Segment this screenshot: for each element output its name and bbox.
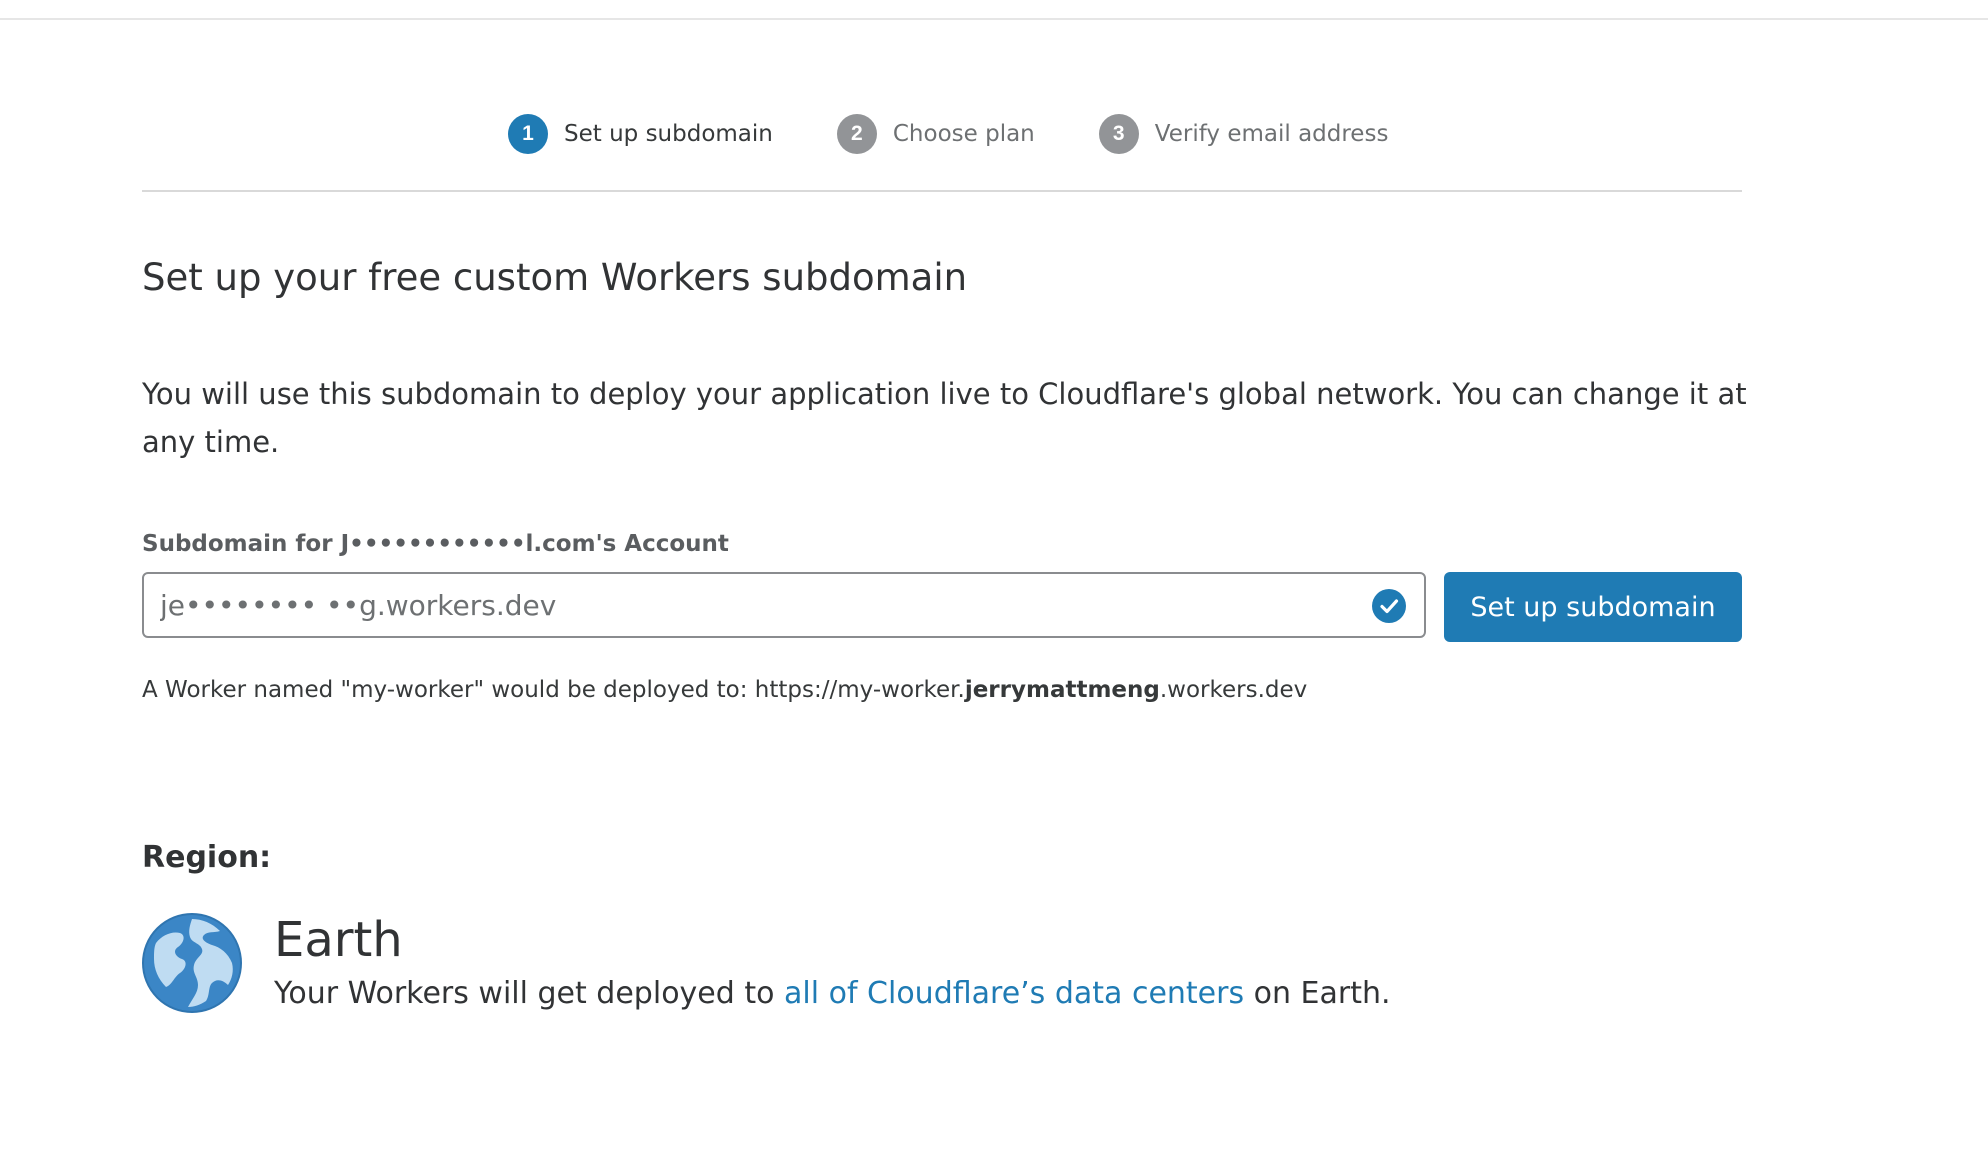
subdomain-input[interactable] xyxy=(144,574,1342,636)
step-number-badge: 1 xyxy=(508,114,548,154)
step-verify-email: 3 Verify email address xyxy=(1098,114,1389,154)
data-centers-link[interactable]: all of Cloudflare’s data centers xyxy=(784,976,1244,1011)
set-up-subdomain-button[interactable]: Set up subdomain xyxy=(1444,572,1742,642)
subdomain-input-wrapper xyxy=(142,572,1426,638)
step-label: Set up subdomain xyxy=(564,121,773,147)
page-description: You will use this subdomain to deploy yo… xyxy=(142,377,1747,459)
page-title: Set up your free custom Workers subdomai… xyxy=(142,256,968,299)
deploy-url-hint: A Worker named "my-worker" would be depl… xyxy=(142,677,1307,703)
step-number-badge: 2 xyxy=(836,114,877,154)
step-list: 1 Set up subdomain 2 Choose plan 3 Verif… xyxy=(508,114,1388,154)
region-name: Earth xyxy=(274,912,403,968)
setup-stepper: 1 Set up subdomain 2 Choose plan 3 Verif… xyxy=(142,110,1742,192)
step-label: Verify email address xyxy=(1154,121,1389,147)
step-label: Choose plan xyxy=(892,121,1035,147)
region-description: Your Workers will get deployed to all of… xyxy=(274,976,1391,1011)
globe-icon xyxy=(142,913,242,1013)
step-choose-plan: 2 Choose plan xyxy=(836,114,1035,154)
region-desc-prefix: Your Workers will get deployed to xyxy=(274,976,784,1011)
subdomain-field-label: Subdomain for J••••••••••••l.com's Accou… xyxy=(142,531,729,557)
check-circle-icon xyxy=(1372,589,1406,623)
hint-suffix: .workers.dev xyxy=(1159,677,1308,703)
hint-prefix: A Worker named "my-worker" would be depl… xyxy=(142,677,965,703)
region-desc-suffix: on Earth. xyxy=(1244,976,1391,1011)
step-setup-subdomain: 1 Set up subdomain xyxy=(508,114,773,154)
step-number-badge: 3 xyxy=(1098,114,1139,154)
top-divider xyxy=(0,18,1988,20)
region-label: Region: xyxy=(142,840,272,875)
hint-subdomain: jerrymattmeng xyxy=(964,677,1160,703)
